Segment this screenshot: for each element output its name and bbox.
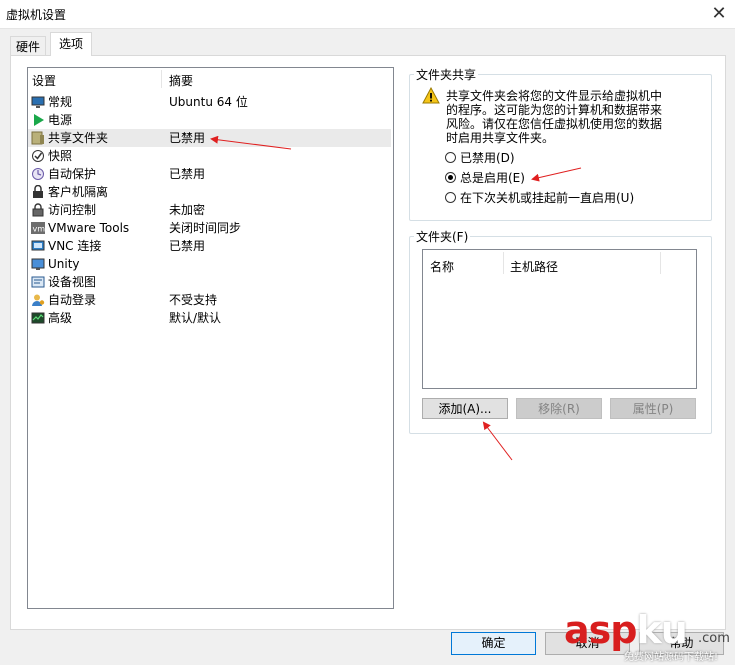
annotation-overlay (210, 135, 582, 461)
annotation-arrow (482, 421, 513, 461)
watermark-brand: aspku (564, 608, 688, 652)
annotation-arrow (531, 167, 582, 182)
annotation-arrow (210, 135, 292, 150)
watermark-logo: aspku .com 免费网站源码下载站! (560, 608, 735, 665)
watermark-subtitle: 免费网站源码下载站! (624, 652, 719, 663)
watermark-domain: .com (698, 631, 730, 646)
